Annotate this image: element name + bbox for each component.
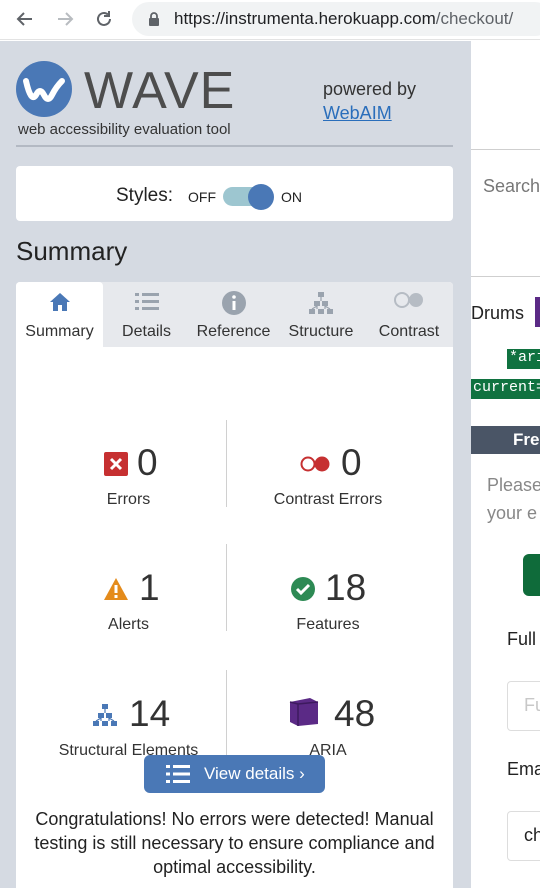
stat-alerts[interactable]: 1 Alerts — [16, 567, 226, 637]
contrast-errors-label: Contrast Errors — [273, 491, 383, 508]
check-circle-icon — [291, 577, 315, 606]
info-icon — [221, 291, 246, 320]
instruction-line-1: Please — [487, 475, 540, 495]
stat-structural-elements[interactable]: 14 Structural Elements — [16, 693, 226, 763]
styles-toggle-knob[interactable] — [248, 184, 274, 210]
browser-toolbar: https://instrumenta.herokuapp.com/checko… — [0, 0, 540, 40]
alerts-count: 1 — [139, 567, 160, 608]
view-details-button[interactable]: View details › — [144, 755, 325, 793]
tab-reference-label: Reference — [196, 323, 271, 340]
styles-on-label: ON — [281, 189, 302, 205]
full-name-placeholder: Fu — [524, 695, 540, 715]
full-name-label: Full — [507, 629, 537, 649]
lock-icon — [148, 12, 160, 32]
features-label: Features — [296, 616, 360, 633]
tab-contrast[interactable]: Contrast — [365, 282, 453, 347]
hierarchy-icon — [308, 291, 334, 320]
styles-toggle-box: Styles: OFF ON — [16, 166, 453, 221]
aria-current-tag: current="p — [471, 379, 540, 399]
powered-by-label: powered by — [323, 79, 417, 99]
stat-features[interactable]: 18 Features — [227, 567, 453, 637]
summary-card: Summary Details Reference Structure Cont… — [16, 282, 453, 888]
list-icon — [134, 291, 160, 318]
page-divider — [471, 276, 540, 277]
alert-icon — [103, 577, 129, 606]
tab-summary[interactable]: Summary — [16, 282, 103, 347]
stat-errors[interactable]: 0 Errors — [16, 442, 226, 512]
wave-logo-text: WAVE — [84, 62, 236, 120]
tab-summary-label: Summary — [25, 323, 94, 340]
stat-aria[interactable]: 48 ARIA — [227, 693, 453, 763]
url-text: https://instrumenta.herokuapp.com/checko… — [174, 9, 514, 28]
contrast-icon — [393, 291, 425, 314]
home-icon — [48, 291, 72, 318]
styles-label: Styles: — [116, 185, 174, 206]
breadcrumb-drums[interactable]: Drums — [471, 303, 524, 324]
alerts-label: Alerts — [108, 616, 149, 633]
reload-icon[interactable] — [91, 6, 117, 32]
page-divider — [471, 149, 540, 150]
wave-logo-icon — [16, 61, 72, 117]
tab-structure[interactable]: Structure — [277, 282, 365, 347]
tab-contrast-label: Contrast — [378, 323, 440, 340]
summary-heading: Summary — [16, 236, 128, 266]
tab-bar: Summary Details Reference Structure Cont… — [16, 282, 453, 347]
errors-label: Errors — [106, 491, 151, 508]
wave-panel: WAVE web accessibility evaluation tool p… — [0, 41, 471, 888]
aria-tag: *aria — [507, 349, 540, 369]
stat-contrast-errors[interactable]: 0 Contrast Errors — [227, 442, 453, 512]
checkout-page: Search Drums *aria current="p Fre Please… — [471, 41, 540, 888]
tab-reference[interactable]: Reference — [190, 282, 277, 347]
header-divider — [16, 145, 453, 147]
aria-marker-icon — [535, 297, 540, 327]
instruction-line-2: your e — [487, 503, 538, 523]
structural-count: 14 — [129, 693, 171, 734]
aria-count: 48 — [334, 693, 376, 734]
wave-tagline: web accessibility evaluation tool — [18, 121, 231, 138]
search-input[interactable]: Search — [483, 176, 540, 197]
error-icon — [104, 452, 128, 481]
list-icon — [166, 764, 190, 789]
structure-icon — [92, 703, 118, 732]
form-header-bar: Fre — [471, 426, 540, 454]
errors-count: 0 — [137, 442, 158, 483]
full-name-input[interactable]: Fu — [507, 681, 540, 731]
tab-details-label: Details — [122, 323, 171, 340]
address-bar[interactable]: https://instrumenta.herokuapp.com/checko… — [132, 2, 540, 36]
tab-details[interactable]: Details — [103, 282, 190, 347]
contrast-error-icon — [299, 455, 331, 478]
aria-cube-icon — [288, 697, 320, 732]
features-count: 18 — [325, 567, 367, 608]
forward-icon[interactable] — [52, 6, 78, 32]
webaim-link[interactable]: WebAIM — [323, 103, 392, 124]
back-icon[interactable] — [12, 6, 38, 32]
styles-off-label: OFF — [188, 189, 216, 205]
form-header-text: Fre — [513, 430, 540, 449]
email-label: Ema — [507, 759, 540, 779]
email-value: ch — [524, 825, 540, 845]
contrast-errors-count: 0 — [341, 442, 362, 483]
view-details-label: View details › — [204, 764, 305, 783]
tab-structure-label: Structure — [288, 323, 354, 340]
wave-feature-icon — [523, 554, 540, 596]
congratulations-message: Congratulations! No errors were detected… — [34, 809, 435, 877]
email-input[interactable]: ch — [507, 811, 540, 861]
instruction-text: Please your e — [487, 471, 540, 527]
